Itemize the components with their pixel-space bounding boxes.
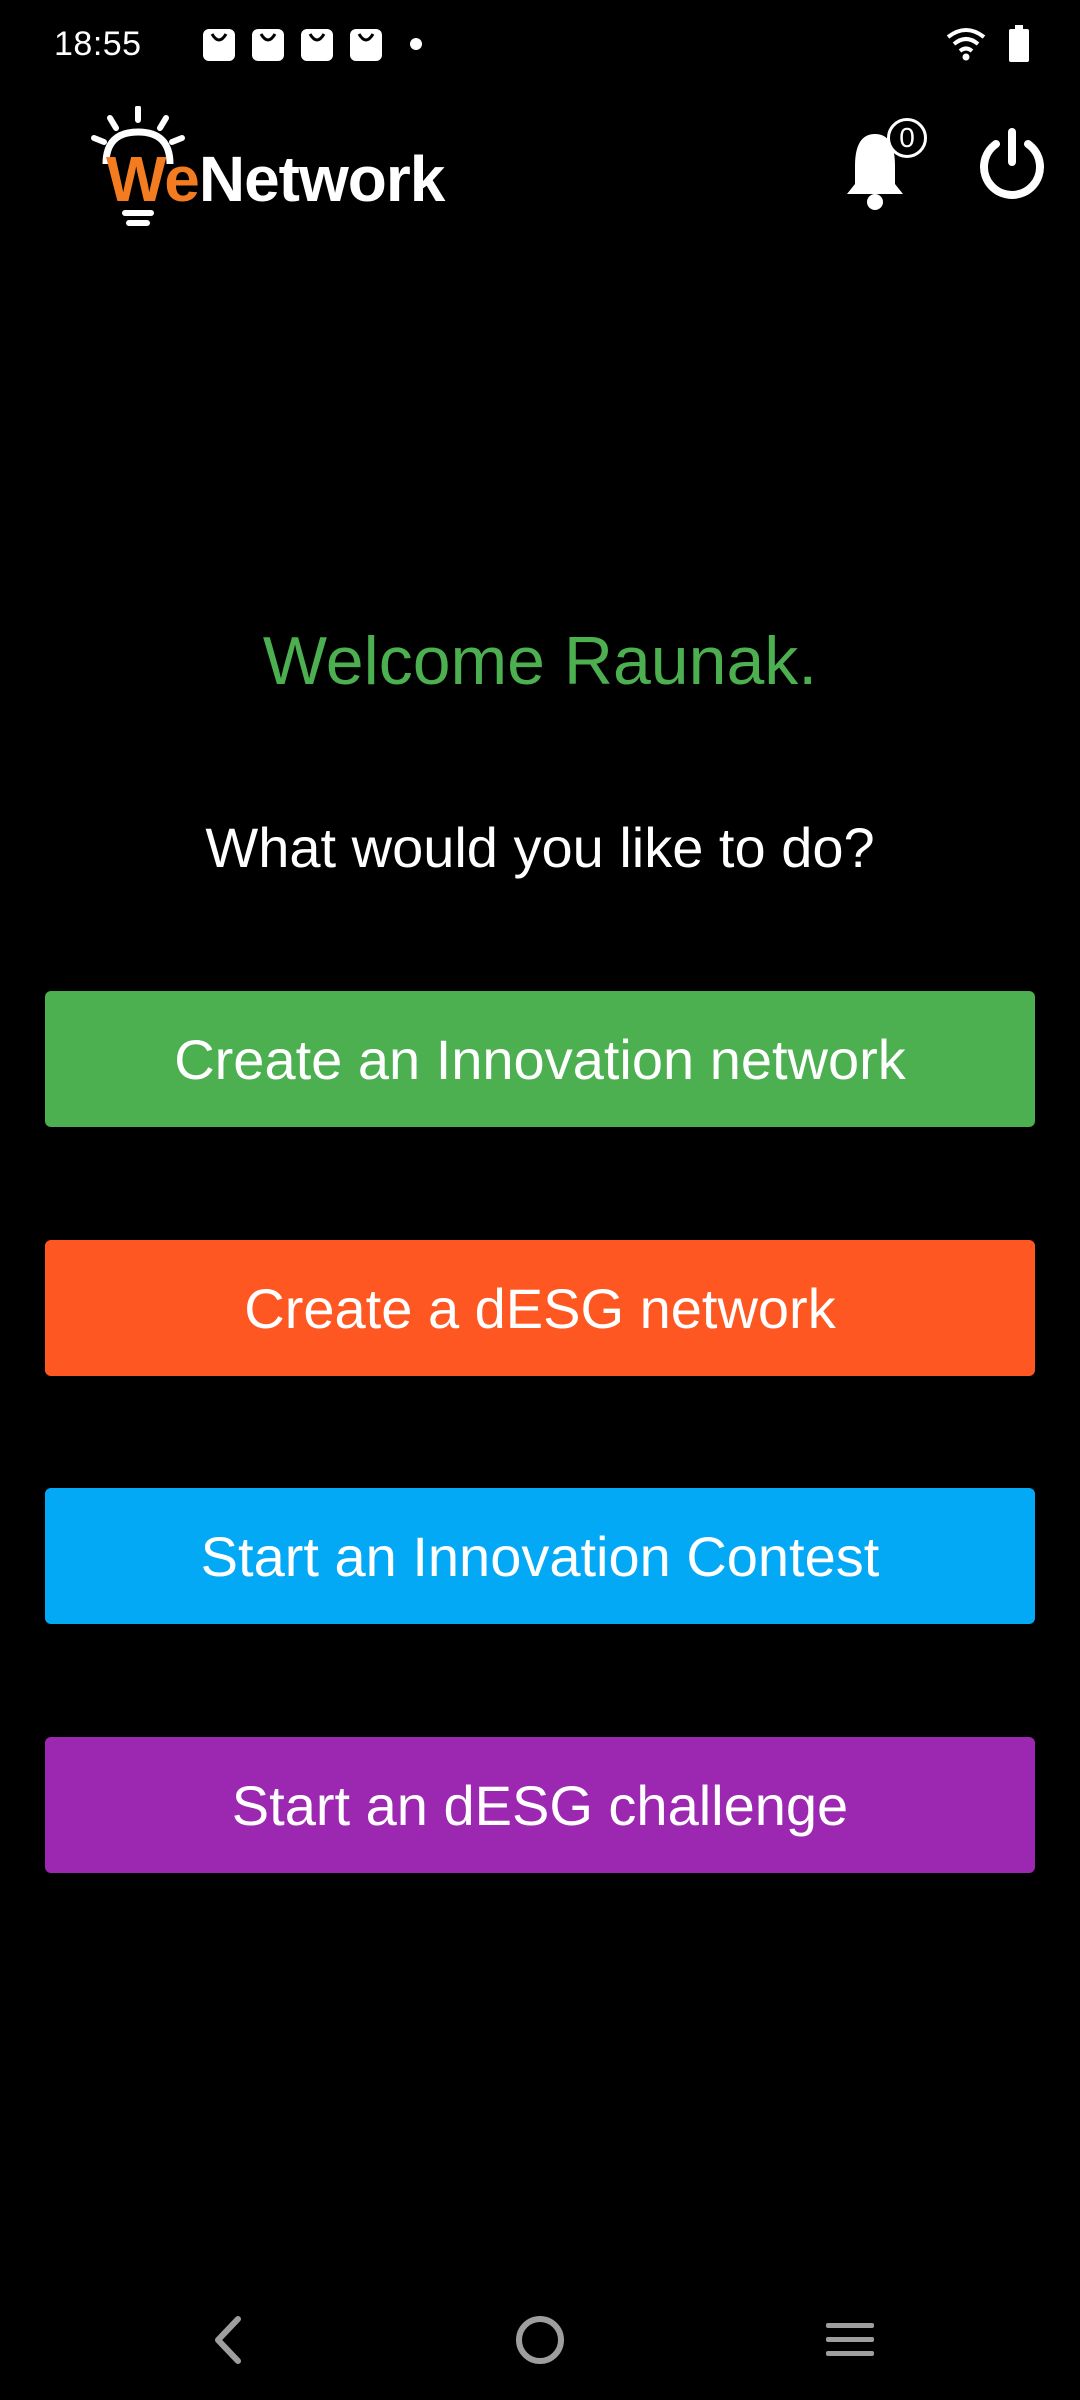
back-icon — [215, 2316, 241, 2364]
app-screen: 18:55 WeNetwork 0 Welcome Raunak. What w… — [0, 0, 1080, 2400]
bag-icon — [251, 29, 284, 61]
status-time: 18:55 — [54, 24, 142, 63]
bag-icon — [202, 29, 235, 61]
system-nav-bar — [0, 2280, 1080, 2400]
notification-count-badge: 0 — [887, 118, 927, 158]
home-button[interactable] — [500, 2300, 580, 2380]
bag-icon — [300, 29, 333, 61]
more-notifications-dot — [409, 38, 422, 50]
notification-icons — [202, 26, 422, 62]
start-innovation-contest-button[interactable]: Start an Innovation Contest — [45, 1488, 1035, 1624]
battery-icon — [1009, 25, 1029, 62]
wifi-icon — [946, 28, 986, 61]
status-right — [946, 25, 1030, 63]
create-desg-network-button[interactable]: Create a dESG network — [45, 1240, 1035, 1376]
logo-network: Network — [198, 143, 445, 215]
power-icon[interactable] — [978, 128, 1046, 200]
start-desg-challenge-button[interactable]: Start an dESG challenge — [45, 1737, 1035, 1873]
wenetwork-logo[interactable]: WeNetwork — [88, 106, 488, 231]
app-header: WeNetwork 0 — [0, 100, 1080, 230]
recents-icon — [826, 2323, 874, 2356]
create-innovation-network-button[interactable]: Create an Innovation network — [45, 991, 1035, 1127]
notifications-button[interactable]: 0 — [845, 118, 927, 210]
status-bar: 18:55 — [0, 0, 1080, 88]
logo-wordmark: WeNetwork — [106, 142, 445, 216]
back-button[interactable] — [188, 2300, 268, 2380]
recents-button[interactable] — [810, 2300, 890, 2380]
action-prompt: What would you like to do? — [205, 816, 875, 879]
home-icon — [516, 2316, 564, 2364]
logo-we: We — [106, 143, 200, 215]
welcome-message: Welcome Raunak. — [262, 623, 818, 699]
bag-icon — [349, 29, 382, 61]
